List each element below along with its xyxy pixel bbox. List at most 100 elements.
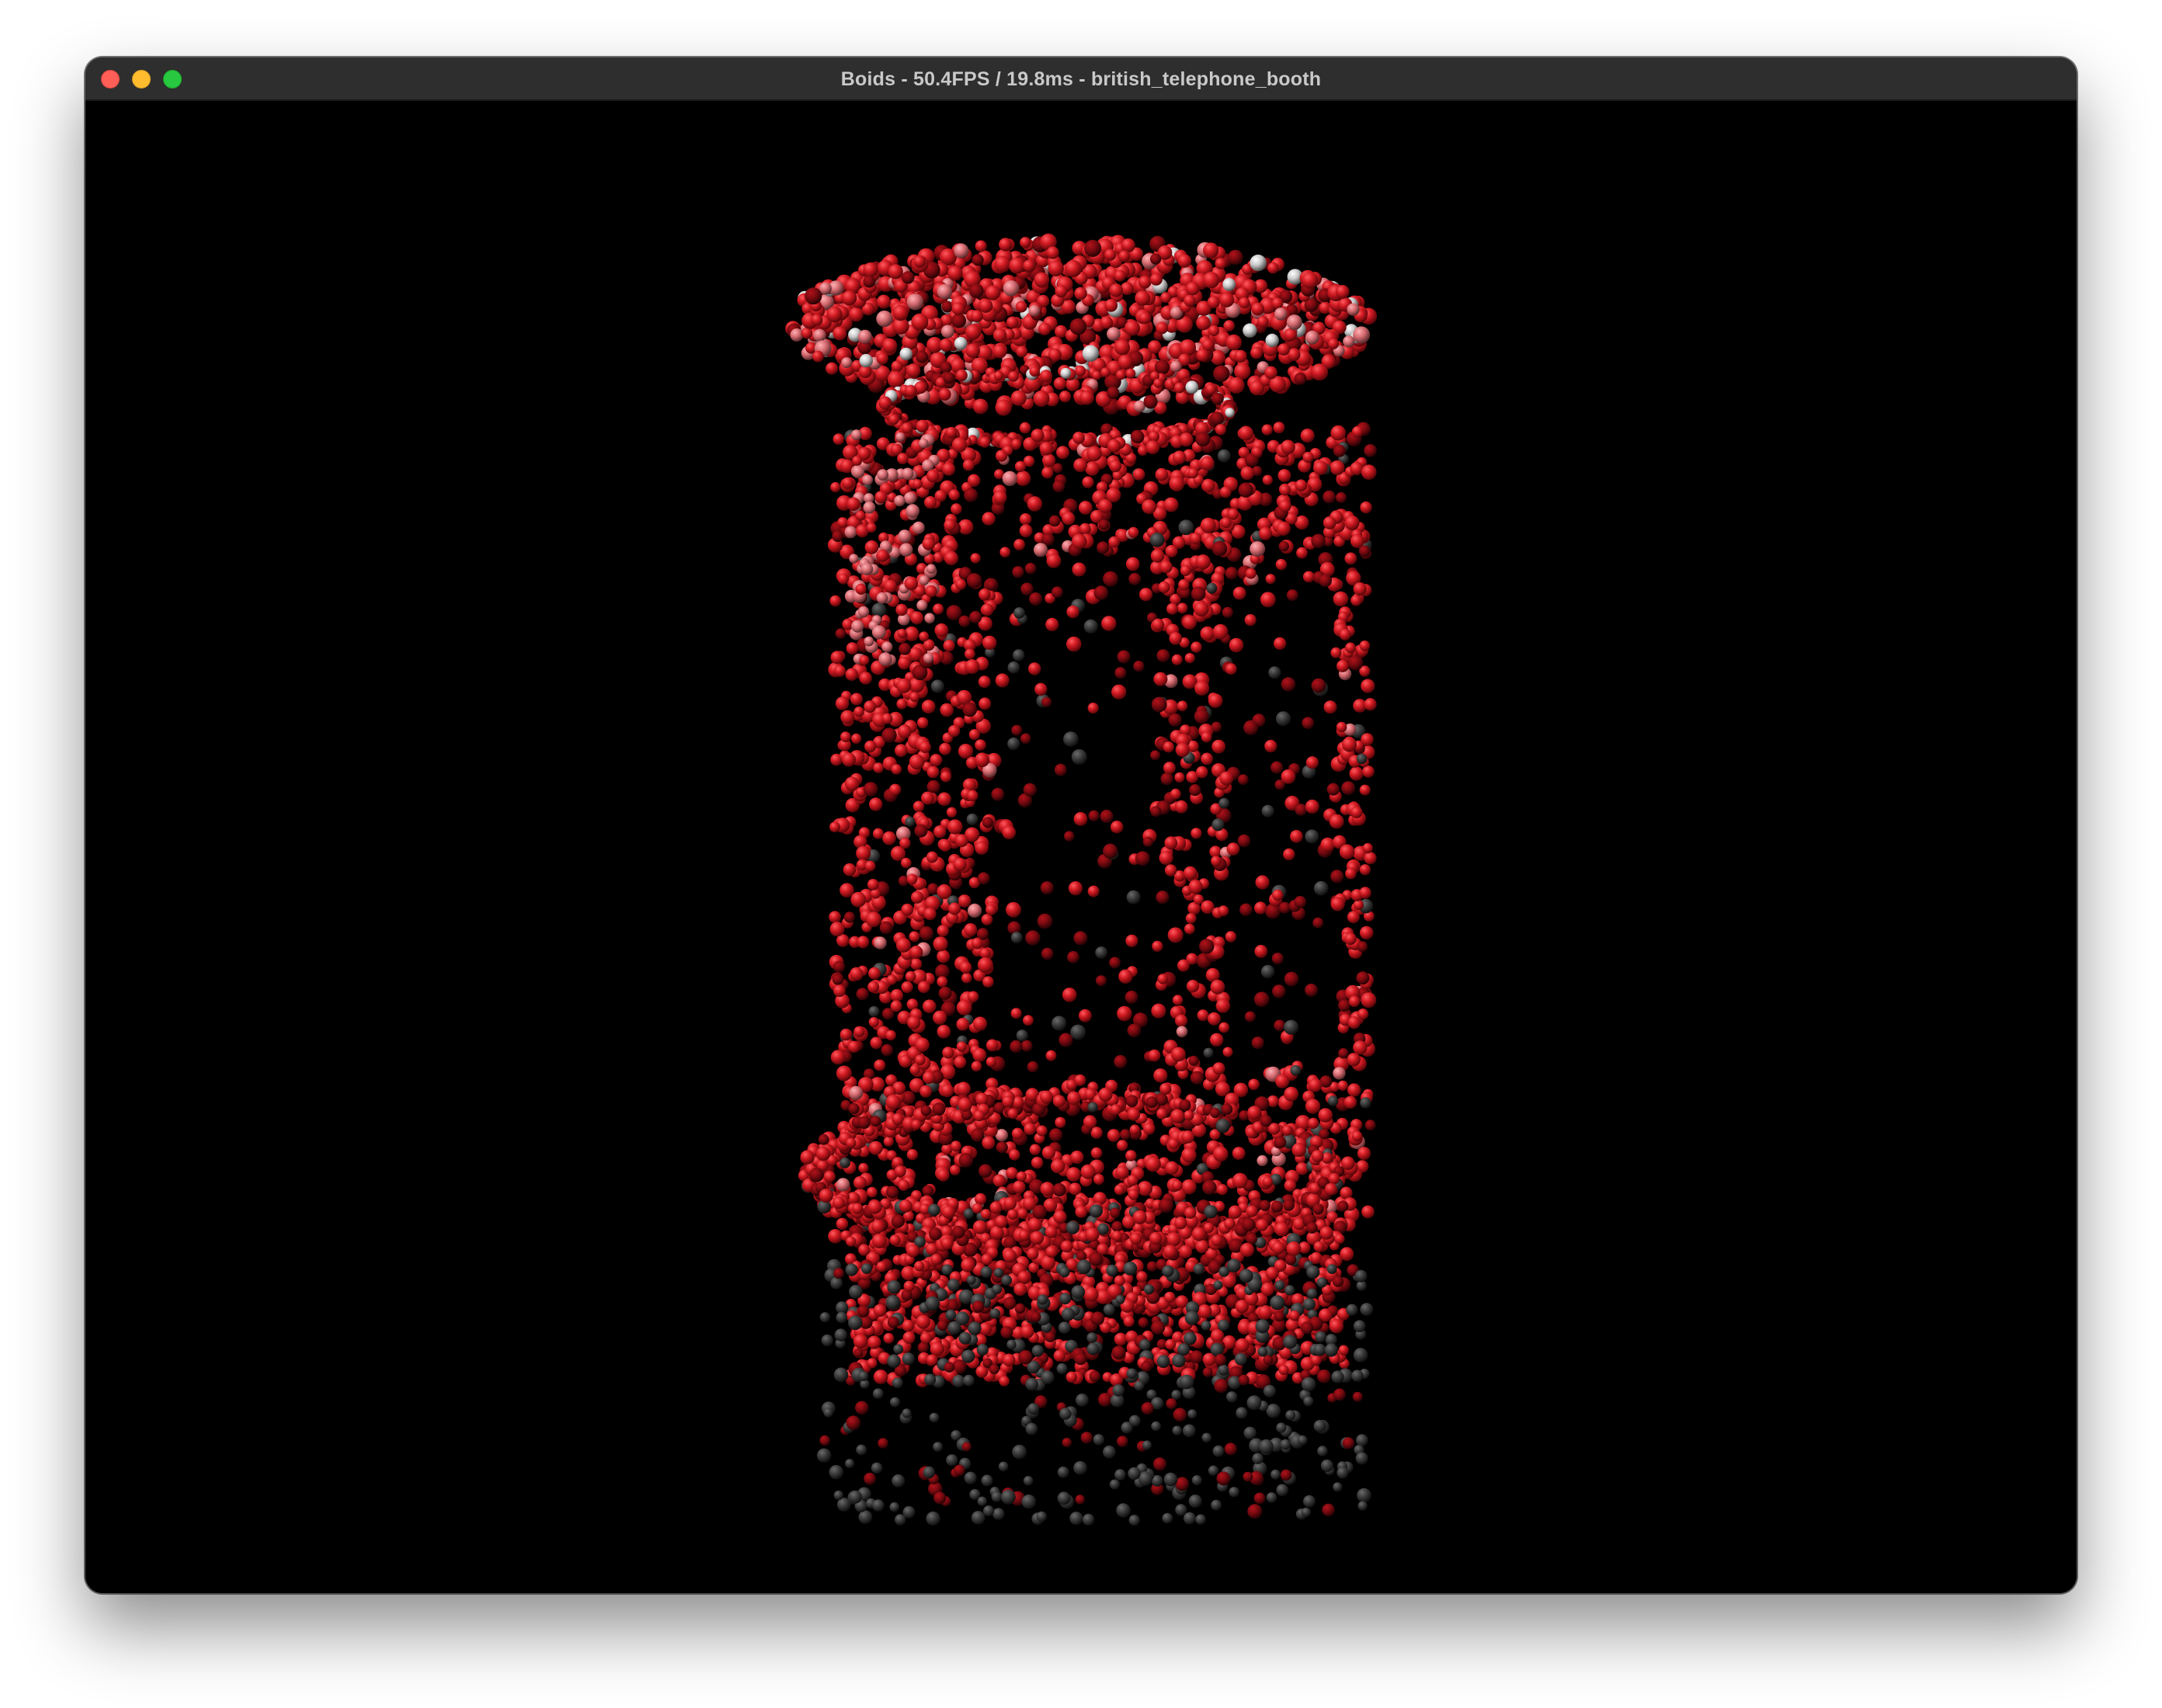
boid-particle (1261, 424, 1273, 436)
boid-particle (1323, 490, 1336, 504)
boid-particle (1076, 1259, 1092, 1275)
boid-particle (956, 1018, 970, 1031)
boid-particle (1311, 363, 1329, 381)
boid-particle (899, 643, 911, 655)
boid-particle (975, 841, 989, 855)
boid-particle (1220, 517, 1232, 529)
boid-particle (1313, 460, 1328, 475)
boid-particle (924, 613, 935, 624)
boid-particle (1014, 1303, 1026, 1314)
boid-particle (1347, 911, 1360, 924)
boid-particle (964, 488, 978, 502)
boid-particle (863, 782, 878, 797)
boid-particle (1265, 1266, 1279, 1280)
boid-particle (951, 503, 962, 515)
boid-particle (1020, 1040, 1033, 1052)
boid-particle (1109, 283, 1123, 297)
boid-particle (1066, 636, 1082, 652)
boid-particle (1090, 1147, 1103, 1159)
boid-particle (876, 549, 889, 563)
boid-particle (946, 605, 962, 621)
boid-particle (1041, 467, 1054, 479)
boid-particle (896, 698, 908, 710)
boid-particle (886, 974, 897, 985)
boid-particle (950, 1140, 961, 1152)
boid-particle (1055, 1116, 1066, 1128)
boid-particle (1159, 1198, 1173, 1213)
boid-particle (1296, 547, 1308, 559)
boid-particle (867, 879, 879, 890)
boid-particle (1251, 446, 1263, 457)
boid-particle (885, 1094, 902, 1110)
boid-particle (1211, 540, 1228, 557)
boid-particle (1290, 830, 1303, 843)
boid-particle (1104, 248, 1117, 261)
boid-particle (1357, 1501, 1368, 1511)
boid-particle (1075, 365, 1086, 377)
boid-particle (871, 1462, 883, 1474)
boid-particle (853, 1175, 867, 1189)
boid-particle (1320, 1459, 1333, 1472)
boid-particle (1301, 1321, 1314, 1335)
boid-particle (817, 1448, 832, 1463)
boid-particle (1041, 1146, 1055, 1160)
boid-particle (1196, 315, 1211, 331)
boid-particle (1108, 536, 1120, 548)
boid-particle (1115, 1294, 1125, 1304)
boid-particle (919, 631, 930, 642)
boid-particle (876, 352, 888, 365)
boid-particle (1073, 1461, 1087, 1475)
boid-particle (1114, 339, 1130, 356)
boids-scene[interactable] (85, 101, 2077, 1593)
boid-particle (813, 328, 826, 342)
boid-particle (1007, 1209, 1018, 1220)
boid-particle (1059, 1408, 1072, 1420)
boid-particle (1117, 354, 1133, 370)
boid-particle (1006, 901, 1021, 918)
boid-particle (1145, 440, 1160, 454)
boid-particle (1128, 526, 1139, 538)
boid-particle (985, 904, 997, 915)
title-bar[interactable]: Boids - 50.4FPS / 19.8ms - british_telep… (85, 57, 2077, 101)
boid-particle (805, 287, 822, 305)
boid-particle (1149, 1231, 1163, 1245)
boid-particle (1144, 1284, 1155, 1295)
boid-particle (969, 283, 984, 298)
boid-particle (1257, 1154, 1268, 1167)
boid-particle (1222, 606, 1233, 619)
boid-particle (983, 1505, 994, 1517)
boid-particle (1029, 366, 1040, 377)
boid-particle (1190, 533, 1202, 545)
boid-particle (971, 1511, 985, 1525)
boid-particle (1114, 667, 1127, 679)
boid-particle (1262, 474, 1273, 485)
boid-particle (1178, 519, 1194, 536)
render-viewport[interactable] (85, 101, 2077, 1593)
boid-particle (869, 797, 883, 811)
boid-particle (1184, 1512, 1196, 1525)
boid-particle (995, 399, 1012, 416)
boid-particle (993, 1268, 1004, 1278)
boid-particle (1037, 913, 1053, 929)
boid-particle (1135, 290, 1151, 306)
boid-particle (1330, 870, 1344, 884)
boid-particle (1184, 923, 1195, 935)
boid-particle (1201, 1432, 1212, 1443)
boid-particle (1156, 1108, 1168, 1120)
boid-particle (1136, 1271, 1148, 1283)
boid-particle (1214, 1379, 1229, 1393)
boid-particle (1169, 476, 1185, 491)
boid-particle (1053, 1349, 1066, 1362)
boid-particle (1244, 1011, 1256, 1022)
boid-particle (958, 894, 972, 908)
boid-particle (1014, 460, 1027, 472)
boid-particle (868, 967, 881, 980)
boid-particle (906, 998, 919, 1011)
boid-particle (1120, 1129, 1131, 1140)
boid-particle (840, 731, 851, 742)
boid-particle (1190, 1350, 1204, 1364)
boid-particle (1317, 1446, 1328, 1456)
boid-particle (1356, 1434, 1368, 1447)
boid-particle (1170, 1109, 1185, 1123)
boid-particle (1078, 501, 1093, 515)
